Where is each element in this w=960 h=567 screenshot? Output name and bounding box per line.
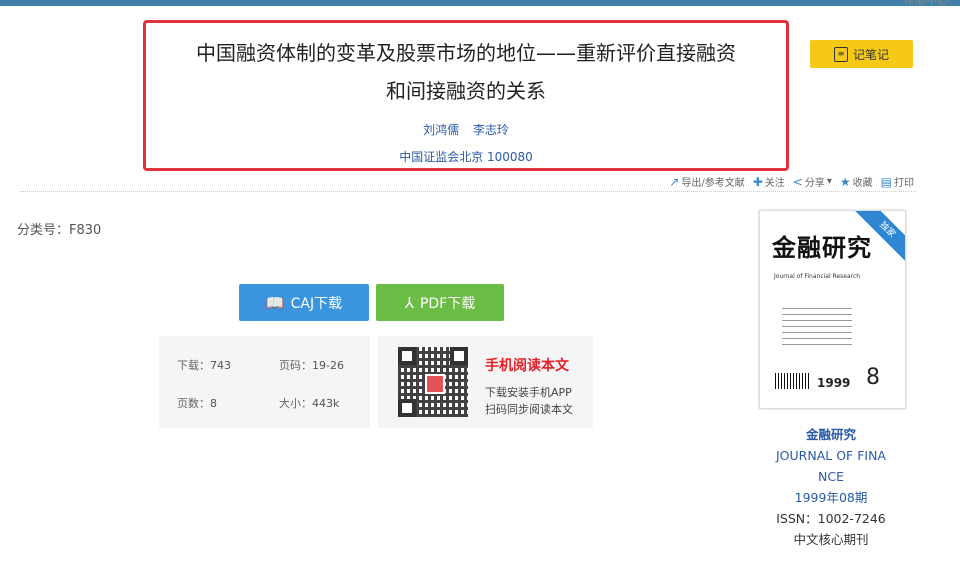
size-label: 大小： [279, 397, 312, 410]
page-count-stat: 页数：8 [177, 395, 217, 411]
author-list: 刘鸿儒 李志玲 [150, 121, 782, 138]
qr-code[interactable] [398, 347, 468, 417]
share-button[interactable]: < 分享 ▾ [792, 174, 832, 190]
qr-finder [450, 347, 468, 365]
author-link[interactable]: 刘鸿儒 [423, 123, 459, 137]
cover-issue: 8 [866, 365, 880, 390]
pages-label: 页码： [279, 359, 312, 372]
affiliation-link[interactable]: 中国证监会北京 100080 [150, 148, 782, 165]
downloads-label: 下载： [177, 359, 210, 372]
article-title: 中国融资体制的变革及股票市场的地位——重新评价直接融资 和间接融资的关系 [150, 34, 782, 110]
journal-issue-link[interactable]: 1999年08期 [760, 487, 902, 508]
pages-stat: 页码：19-26 [279, 357, 344, 373]
pdf-download-label: PDF下载 [419, 295, 476, 312]
plus-icon: ✚ [752, 174, 763, 189]
pdf-download-button[interactable]: ⅄ PDF下载 [376, 284, 504, 321]
cover-year: 1999 [817, 376, 851, 390]
title-line-1: 中国融资体制的变革及股票市场的地位——重新评价直接融资 [196, 41, 736, 65]
top-bar [0, 0, 960, 6]
export-label: 导出/参考文献 [681, 178, 745, 189]
size-stat: 大小：443k [279, 395, 339, 411]
qr-finder [398, 399, 416, 417]
take-note-button[interactable]: ≡ 记笔记 [810, 40, 913, 68]
caj-download-button[interactable]: 📖 CAJ下载 [239, 284, 369, 321]
article-toolbar: ↗ 导出/参考文献 ✚ 关注 < 分享 ▾ ★ 收藏 ▤ 打印 [669, 174, 914, 190]
share-icon: < [792, 174, 803, 189]
author-link[interactable]: 李志玲 [473, 123, 509, 137]
follow-label: 关注 [764, 178, 785, 189]
size-value: 443k [312, 397, 340, 410]
barcode-icon [775, 373, 811, 389]
take-note-label: 记笔记 [852, 47, 889, 62]
favorite-label: 收藏 [852, 178, 873, 189]
top-link[interactable]: 帮助中心 [904, 0, 948, 8]
downloads-stat: 下载：743 [177, 357, 231, 373]
printer-icon: ▤ [880, 174, 892, 189]
divider [20, 191, 916, 192]
mobile-reading-line2: 扫码同步阅读本文 [485, 403, 573, 416]
cover-contents [782, 307, 852, 345]
classification-number: 分类号：F830 [17, 223, 102, 238]
mobile-reading-panel: 手机阅读本文 下载安装手机APP 扫码同步阅读本文 [378, 336, 593, 428]
journal-cover[interactable]: 独家 金融研究 Journal of Financial Research 19… [759, 210, 906, 409]
notebook-icon: ≡ [833, 46, 848, 62]
journal-info: 金融研究 JOURNAL OF FINA NCE 1999年08期 ISSN：1… [760, 424, 902, 550]
journal-core-label: 中文核心期刊 [793, 532, 869, 547]
pages-value: 19-26 [312, 359, 344, 372]
cover-subtitle: Journal of Financial Research [774, 273, 861, 280]
qr-logo-icon [425, 374, 445, 394]
qr-finder [398, 347, 416, 365]
follow-button[interactable]: ✚ 关注 [752, 174, 785, 190]
mobile-reading-title: 手机阅读本文 [485, 358, 569, 374]
export-button[interactable]: ↗ 导出/参考文献 [669, 174, 745, 190]
share-label: 分享 [804, 178, 825, 189]
downloads-value: 743 [210, 359, 231, 372]
print-label: 打印 [894, 178, 914, 189]
journal-english-name-line1[interactable]: JOURNAL OF FINA [760, 445, 902, 466]
page-count-value: 8 [210, 397, 217, 410]
star-icon: ★ [839, 174, 851, 189]
export-icon: ↗ [669, 174, 680, 189]
title-line-2: 和间接融资的关系 [386, 79, 546, 103]
print-button[interactable]: ▤ 打印 [880, 174, 914, 190]
mobile-reading-line1: 下载安装手机APP [485, 386, 572, 399]
journal-issn: ISSN：1002-7246 [776, 511, 886, 526]
favorite-button[interactable]: ★ 收藏 [839, 174, 873, 190]
journal-name-link[interactable]: 金融研究 [760, 424, 902, 445]
chevron-down-icon: ▾ [826, 176, 832, 187]
book-icon: 📖 [265, 293, 285, 312]
page-count-label: 页数： [177, 397, 210, 410]
article-stats: 下载：743 页码：19-26 页数：8 大小：443k [159, 336, 370, 428]
journal-english-name-line2[interactable]: NCE [760, 466, 902, 487]
pdf-icon: ⅄ [404, 293, 414, 312]
cover-title: 金融研究 [772, 233, 872, 262]
caj-download-label: CAJ下载 [290, 295, 343, 312]
